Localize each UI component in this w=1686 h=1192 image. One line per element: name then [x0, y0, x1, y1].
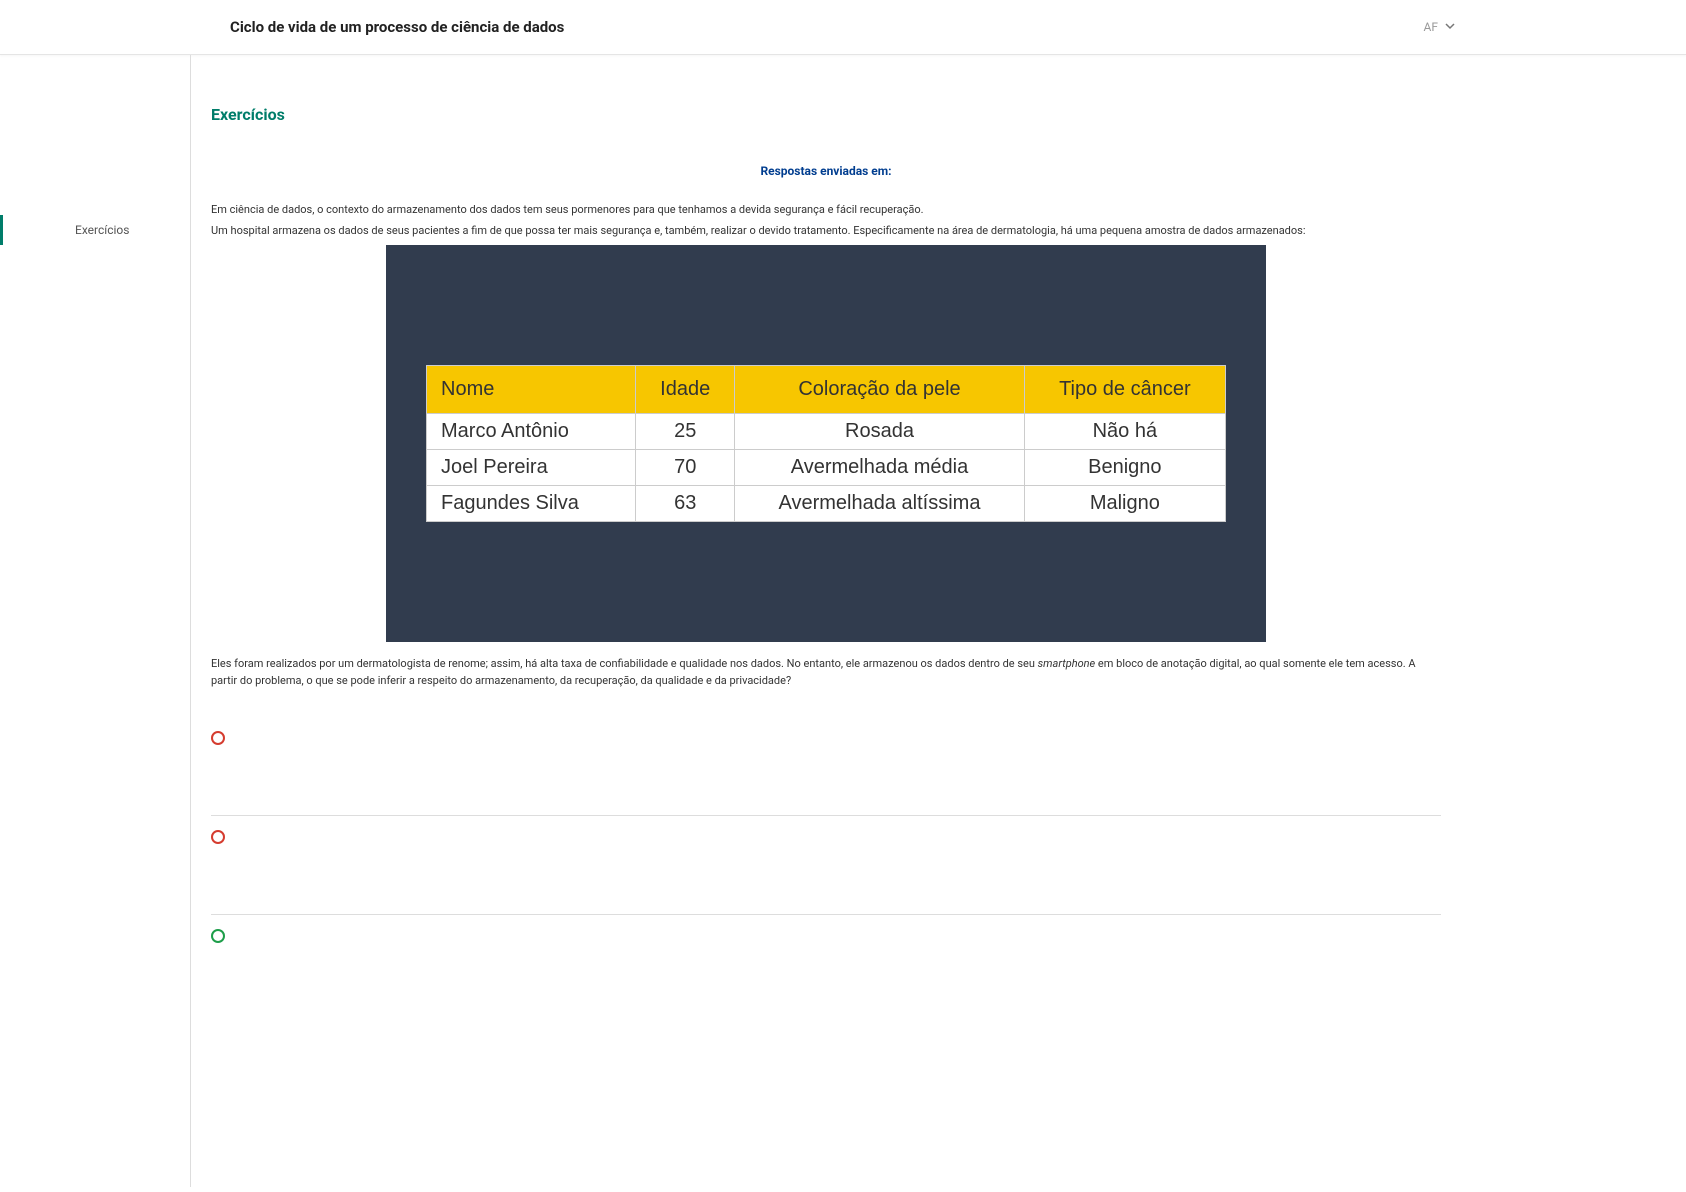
th-coloracao: Coloração da pele [735, 366, 1024, 414]
td: Marco Antônio [427, 414, 636, 450]
q-italic: smartphone [1038, 657, 1096, 670]
th-idade: Idade [636, 366, 735, 414]
th-tipo: Tipo de câncer [1024, 366, 1225, 414]
user-initials: AF [1424, 20, 1438, 34]
option-1[interactable] [211, 717, 1441, 816]
radio-icon [211, 731, 225, 745]
option-2[interactable] [211, 816, 1441, 915]
top-header: Ciclo de vida de um processo de ciência … [0, 0, 1686, 55]
layout: Exercícios Exercícios Respostas enviadas… [0, 55, 1686, 1187]
intro-line-2: Um hospital armazena os dados de seus pa… [211, 223, 1441, 240]
submitted-label: Respostas enviadas em: [211, 164, 1441, 178]
th-nome: Nome [427, 366, 636, 414]
main: Exercícios Respostas enviadas em: Em ciê… [190, 55, 1686, 1187]
td: Fagundes Silva [427, 486, 636, 522]
td: 63 [636, 486, 735, 522]
sidebar: Exercícios [0, 55, 190, 1187]
td: Avermelhada altíssima [735, 486, 1024, 522]
user-menu[interactable]: AF [1424, 20, 1456, 35]
section-title: Exercícios [211, 105, 1441, 124]
sidebar-item-exercicios[interactable]: Exercícios [0, 215, 190, 245]
q-pre: Eles foram realizados por um dermatologi… [211, 657, 1038, 670]
chevron-down-icon [1444, 20, 1456, 35]
radio-icon [211, 929, 225, 943]
table-row: Fagundes Silva 63 Avermelhada altíssima … [427, 486, 1226, 522]
td: 25 [636, 414, 735, 450]
data-table: Nome Idade Coloração da pele Tipo de cân… [426, 365, 1226, 522]
intro-line-1: Em ciência de dados, o contexto do armaz… [211, 202, 1441, 219]
table-row: Joel Pereira 70 Avermelhada média Benign… [427, 450, 1226, 486]
td: Maligno [1024, 486, 1225, 522]
table-row: Marco Antônio 25 Rosada Não há [427, 414, 1226, 450]
radio-icon [211, 830, 225, 844]
page-title: Ciclo de vida de um processo de ciência … [230, 18, 564, 36]
td: Avermelhada média [735, 450, 1024, 486]
option-3[interactable] [211, 915, 1441, 1013]
table-header-row: Nome Idade Coloração da pele Tipo de cân… [427, 366, 1226, 414]
data-panel: Nome Idade Coloração da pele Tipo de cân… [386, 245, 1266, 642]
td: Benigno [1024, 450, 1225, 486]
td: Joel Pereira [427, 450, 636, 486]
question-text: Eles foram realizados por um dermatologi… [211, 656, 1441, 689]
td: 70 [636, 450, 735, 486]
td: Não há [1024, 414, 1225, 450]
td: Rosada [735, 414, 1024, 450]
sidebar-item-label: Exercícios [75, 223, 129, 237]
